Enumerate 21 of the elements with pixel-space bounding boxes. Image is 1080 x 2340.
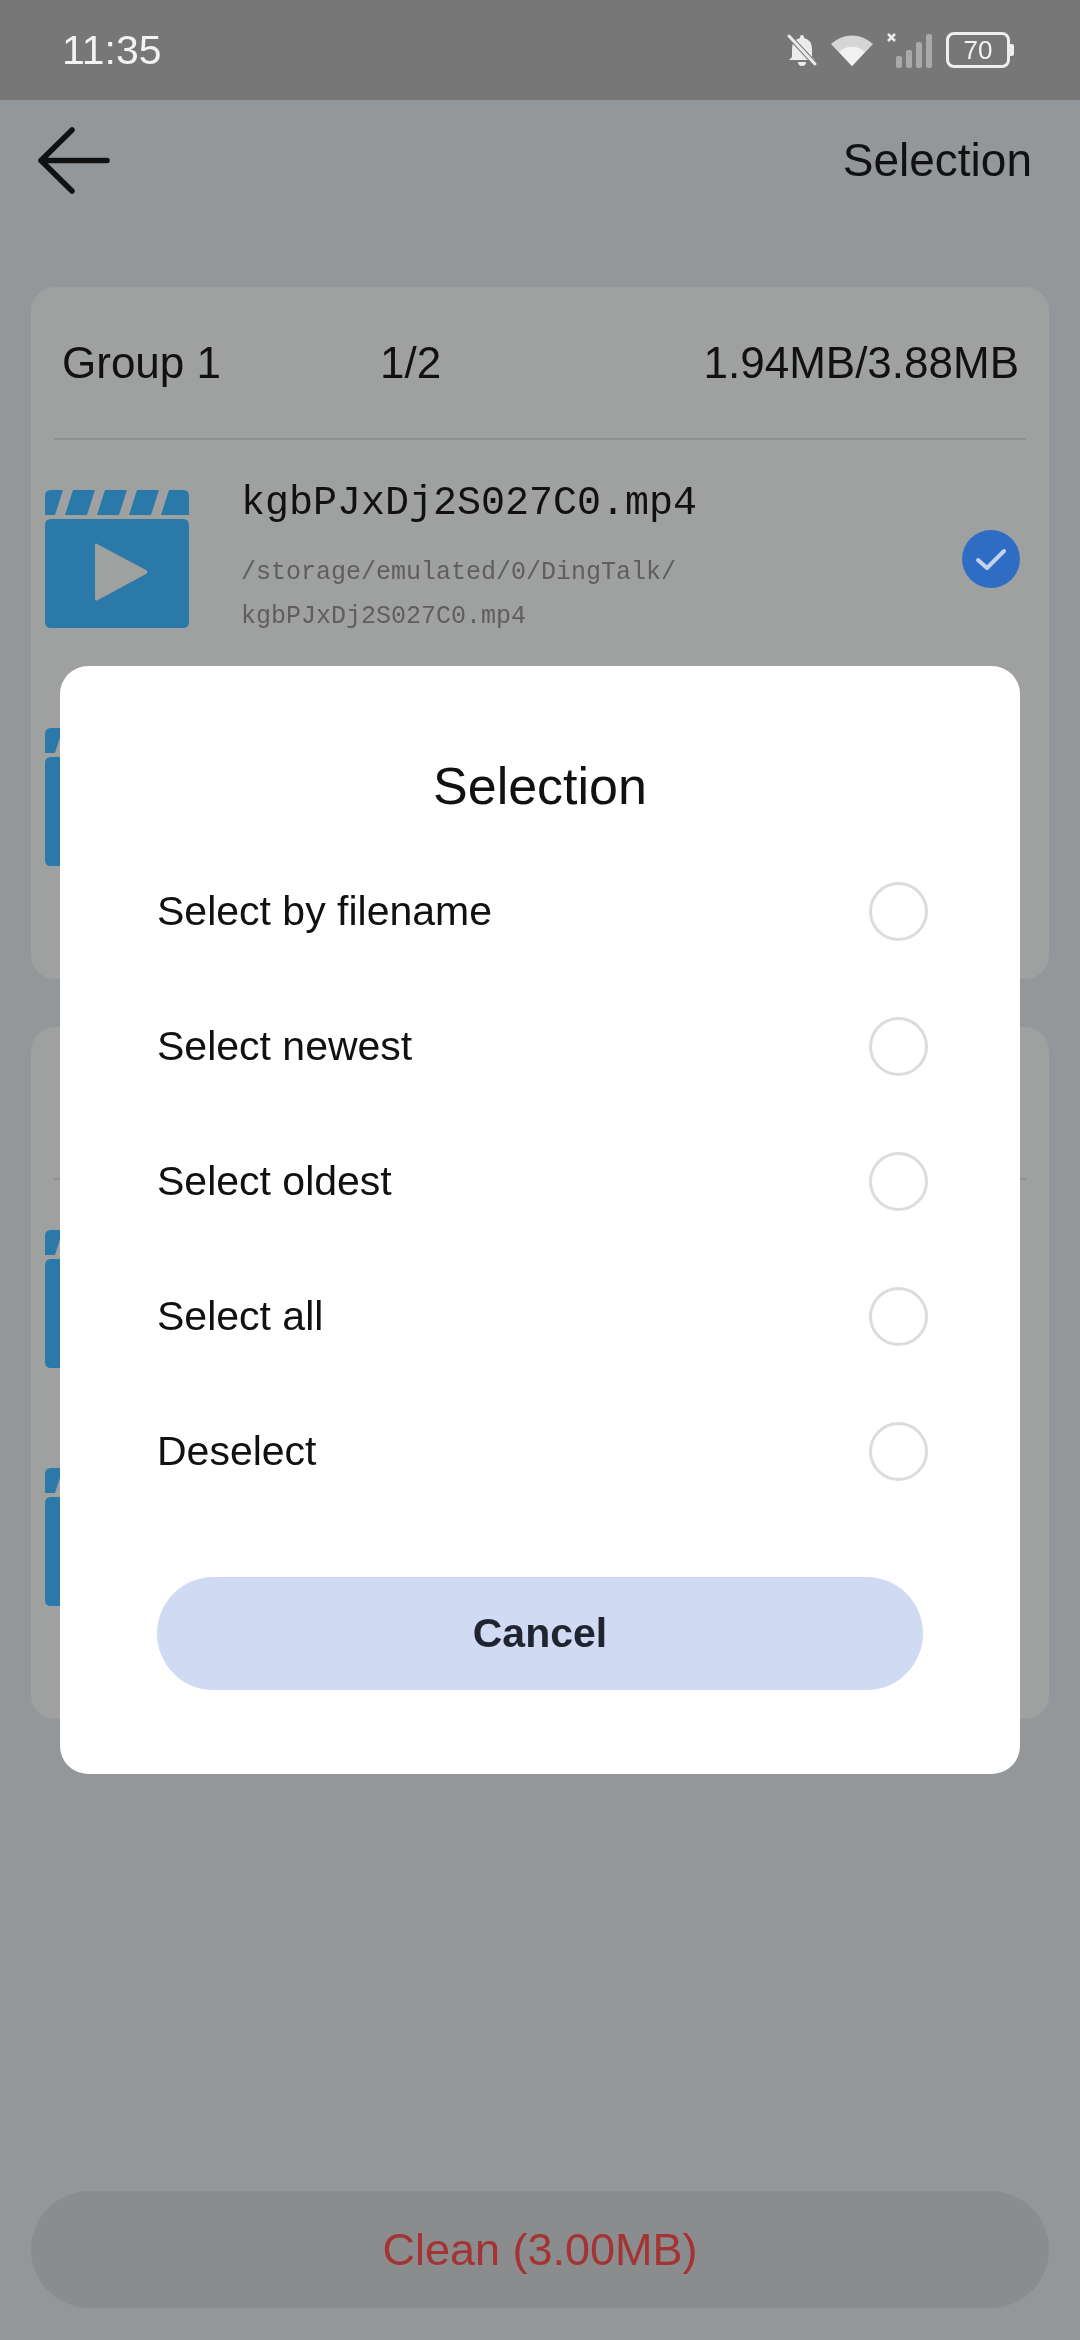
check-icon[interactable] — [962, 530, 1020, 588]
option-label: Select by filename — [157, 891, 492, 932]
option-label: Deselect — [157, 1431, 317, 1472]
wifi-icon — [830, 33, 874, 67]
option-label: Select all — [157, 1296, 324, 1337]
video-file-icon — [45, 490, 189, 628]
page-title: Selection — [842, 137, 1032, 183]
group-count: 1/2 — [380, 340, 442, 385]
file-name: kgbPJxDj2S027C0.mp4 — [241, 480, 698, 528]
option-label: Select oldest — [157, 1161, 392, 1202]
dialog-title: Selection — [433, 760, 647, 812]
bell-off-icon — [786, 33, 818, 67]
battery-indicator: 70 — [946, 32, 1014, 68]
option-label: Select newest — [157, 1026, 413, 1067]
signal-icon — [886, 32, 934, 68]
group-size: 1.94MB/3.88MB — [703, 340, 1019, 385]
status-time: 11:35 — [62, 29, 162, 71]
cancel-button[interactable]: Cancel — [157, 1577, 923, 1690]
group-title: Group 1 — [62, 340, 221, 385]
file-path: /storage/emulated/0/DingTalk/kgbPJxDj2S027C0.mp4 — [241, 557, 678, 633]
back-icon[interactable] — [36, 126, 110, 194]
